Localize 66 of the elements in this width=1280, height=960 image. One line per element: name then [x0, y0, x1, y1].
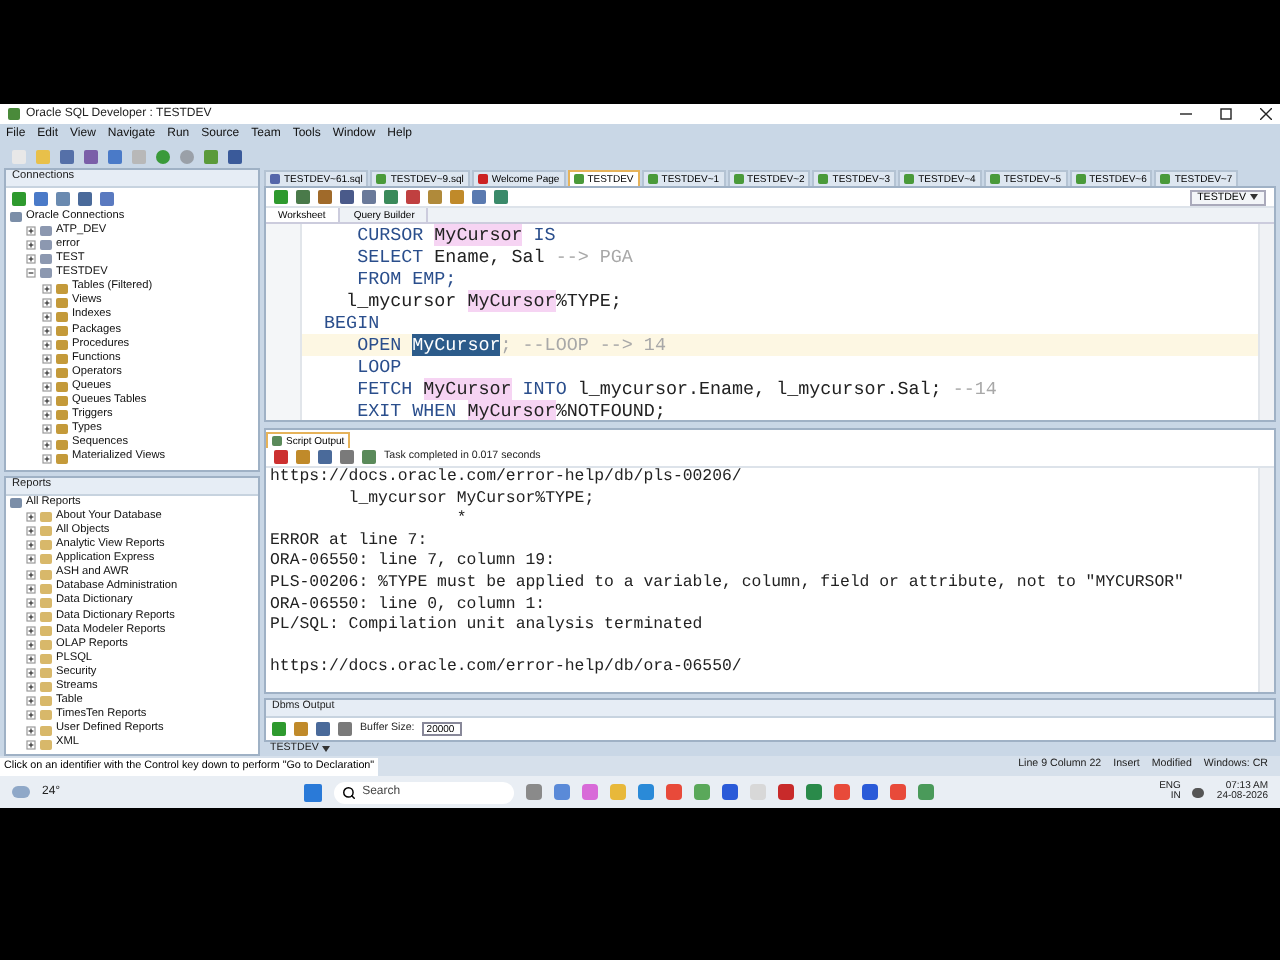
output-line: https://docs.oracle.com/error-help/db/ora-06550/	[268, 658, 744, 680]
expand-toggle[interactable]	[26, 625, 36, 636]
app-tile-icon[interactable]	[638, 784, 655, 800]
output-line: PLS-00206: %TYPE must be applied to a variable, column, field or attribute, not to "MYCURSOR"	[268, 573, 1186, 596]
caret-icon	[1250, 194, 1258, 200]
expand-toggle[interactable]	[42, 439, 52, 450]
app-tile-icon[interactable]	[722, 784, 739, 800]
app-tile-icon[interactable]	[694, 784, 711, 800]
expand-toggle[interactable]	[26, 240, 36, 251]
search-icon	[342, 785, 357, 799]
expand-toggle[interactable]	[42, 396, 52, 407]
expand-toggle[interactable]	[26, 254, 36, 265]
expand-toggle[interactable]	[42, 283, 52, 294]
output-line: https://docs.oracle.com/error-help/db/pls-00206/	[268, 468, 744, 490]
app-tile-icon[interactable]	[610, 784, 627, 800]
expand-toggle[interactable]	[42, 297, 52, 308]
collapse-toggle[interactable]	[26, 268, 36, 279]
app-tile-icon[interactable]	[526, 784, 543, 800]
expand-toggle[interactable]	[26, 569, 36, 580]
expand-toggle[interactable]	[26, 639, 36, 650]
expand-toggle[interactable]	[26, 512, 36, 523]
output-line: ORA-06550: line 7, column 19:	[268, 552, 557, 574]
app-icon	[8, 108, 20, 120]
expand-toggle[interactable]	[26, 611, 36, 622]
expand-toggle[interactable]	[42, 382, 52, 393]
app-tile-icon[interactable]	[862, 784, 879, 800]
app-tile-icon[interactable]	[834, 784, 851, 800]
expand-toggle[interactable]	[42, 410, 52, 421]
expand-toggle[interactable]	[26, 668, 36, 679]
minimize-button[interactable]	[1180, 108, 1192, 120]
expand-toggle[interactable]	[42, 339, 52, 350]
output-line: *	[454, 510, 469, 532]
app-tile-icon[interactable]	[582, 784, 599, 800]
expand-toggle[interactable]	[42, 353, 52, 364]
output-line: l_mycursor MyCursor%TYPE;	[346, 489, 597, 510]
expand-toggle[interactable]	[42, 311, 52, 322]
expand-toggle[interactable]	[26, 526, 36, 537]
expand-toggle[interactable]	[26, 554, 36, 565]
expand-toggle[interactable]	[26, 725, 36, 736]
expand-toggle[interactable]	[26, 696, 36, 707]
app-tile-icon[interactable]	[890, 784, 907, 800]
app-tile-icon[interactable]	[750, 784, 767, 800]
expand-toggle[interactable]	[42, 325, 52, 336]
expand-toggle[interactable]	[42, 424, 52, 435]
output-line: ORA-06550: line 0, column 1:	[268, 595, 548, 616]
app-tile-icon[interactable]	[554, 784, 571, 800]
expand-toggle[interactable]	[42, 368, 52, 379]
expand-toggle[interactable]	[26, 654, 36, 665]
close-button[interactable]	[1260, 108, 1272, 120]
app-tile-icon[interactable]	[806, 784, 823, 800]
app-tile-icon[interactable]	[778, 784, 795, 800]
caret-icon	[322, 746, 331, 752]
expand-toggle[interactable]	[26, 710, 36, 721]
expand-toggle[interactable]	[26, 597, 36, 608]
output-line: PL/SQL: Compilation unit analysis terminated	[268, 616, 705, 638]
expand-toggle[interactable]	[26, 739, 36, 750]
expand-toggle[interactable]	[26, 583, 36, 594]
maximize-button[interactable]	[1220, 108, 1232, 120]
expand-toggle[interactable]	[26, 226, 36, 237]
expand-toggle[interactable]	[26, 540, 36, 551]
expand-toggle[interactable]	[42, 453, 52, 464]
expand-toggle[interactable]	[26, 682, 36, 693]
app-tile-icon[interactable]	[918, 784, 935, 800]
code-editor[interactable]: CURSOR MyCursor IS SELECT Ename, Sal --> PGA FROM EMP; l_mycursor MyCursor%TYPE; BEGIN OPEN MyCursor; --LOOP --> 14 LOOP FETCH MyCursor INTO l_mycursor.Ename, l_mycursor.Sal; --14 EXIT WHEN MyCursor%NOTFOUND;	[302, 224, 1258, 420]
app-tile-icon[interactable]	[666, 784, 683, 800]
output-line: ERROR at line 7:	[268, 531, 430, 552]
